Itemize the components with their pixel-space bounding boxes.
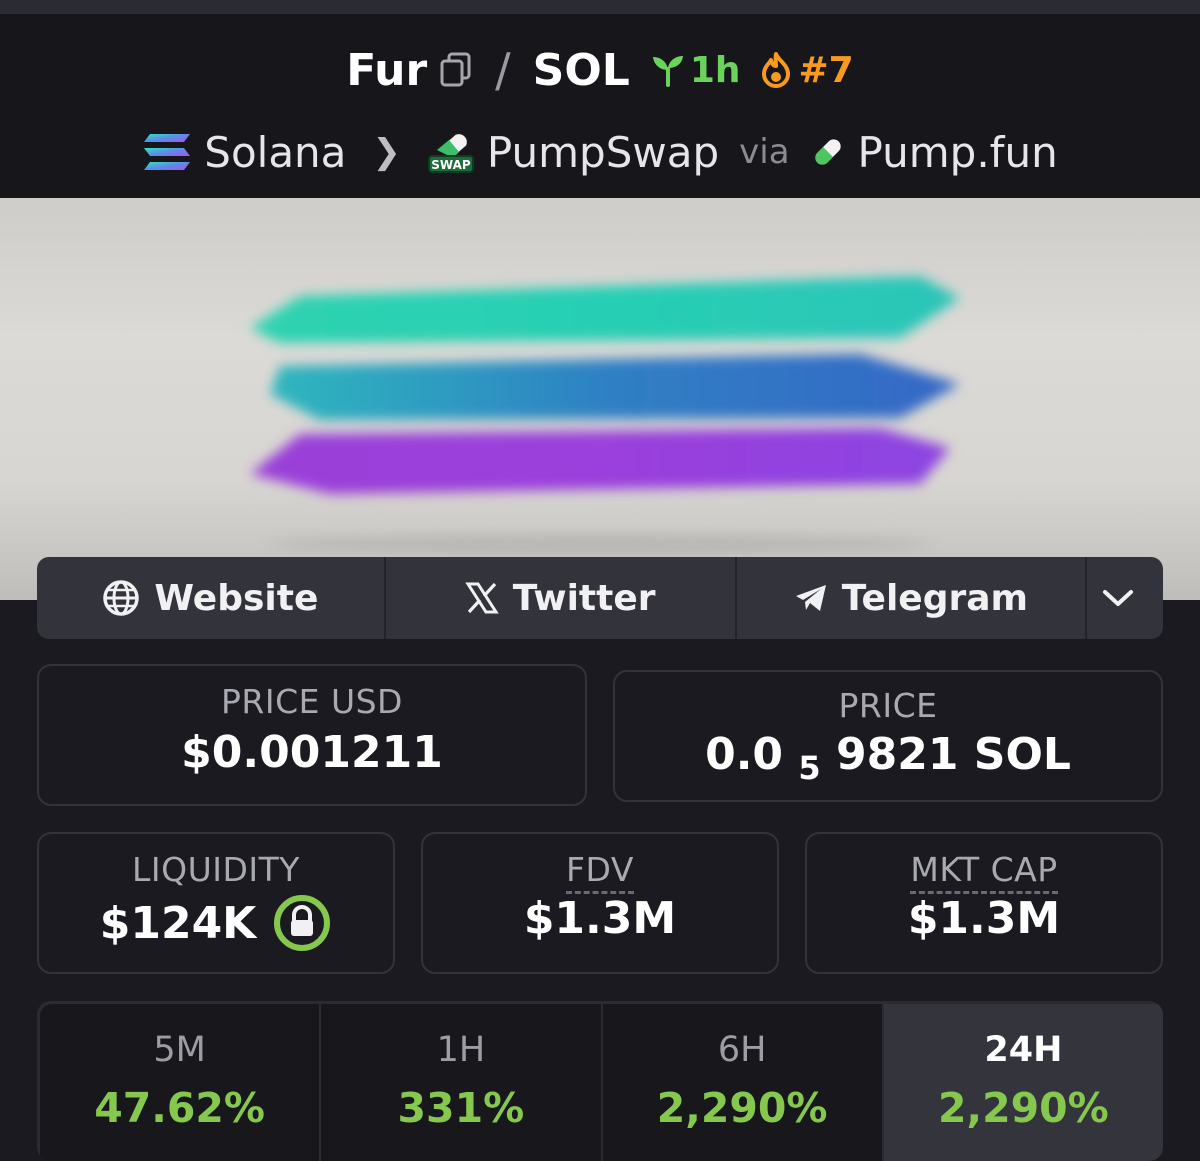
price-change-tabs: 5M 47.62% 1H 331% 6H 2,290% 24H 2,290% — [37, 1001, 1163, 1161]
website-label: Website — [154, 577, 319, 619]
tab-24h-value: 2,290% — [937, 1084, 1109, 1132]
price-native-suffix: 9821 SOL — [835, 729, 1071, 780]
pair-header: Fur / SOL 1h #7 Solana ❯ SWAP PumpSwap v… — [0, 14, 1200, 198]
pair-separator: / — [495, 43, 511, 97]
telegram-button[interactable]: Telegram — [737, 557, 1088, 639]
tab-1h-value: 331% — [397, 1084, 525, 1132]
twitter-label: Twitter — [512, 577, 656, 619]
token-banner-image — [0, 198, 1200, 600]
quote-token-symbol: SOL — [532, 44, 630, 96]
tab-6h-label: 6H — [717, 1030, 767, 1070]
tab-6h-value: 2,290% — [656, 1084, 828, 1132]
price-native-prefix: 0.0 — [705, 729, 784, 780]
tab-1h-label: 1H — [436, 1030, 486, 1070]
x-logo-icon — [464, 582, 499, 614]
market-cap-card: MKT CAP $1.3M — [805, 832, 1163, 974]
price-native-zero-count: 5 — [798, 749, 821, 787]
route-breadcrumb: Solana ❯ SWAP PumpSwap via Pump.fun — [0, 122, 1200, 182]
via-label: via — [739, 132, 790, 172]
globe-icon — [103, 580, 140, 616]
sprout-icon — [652, 56, 683, 87]
fdv-card: FDV $1.3M — [421, 832, 779, 974]
solana-logo-icon — [142, 132, 192, 172]
market-cap-label[interactable]: MKT CAP — [910, 850, 1058, 894]
launchpad-link[interactable]: Pump.fun — [858, 128, 1058, 177]
pumpswap-logo-icon: SWAP — [427, 128, 475, 176]
chain-link[interactable]: Solana — [204, 128, 346, 177]
fdv-label[interactable]: FDV — [566, 850, 634, 894]
tab-6h[interactable]: 6H 2,290% — [602, 1004, 882, 1161]
tab-24h[interactable]: 24H 2,290% — [883, 1004, 1163, 1161]
tab-5m[interactable]: 5M 47.62% — [40, 1004, 320, 1161]
tab-5m-label: 5M — [153, 1030, 206, 1070]
copy-icon[interactable] — [439, 52, 473, 88]
tab-1h[interactable]: 1H 331% — [321, 1004, 601, 1161]
price-usd-card: PRICE USD $0.001211 — [37, 664, 587, 806]
price-usd-label: PRICE USD — [221, 682, 403, 721]
price-native-value: 0.0 5 9821 SOL — [615, 729, 1161, 787]
twitter-button[interactable]: Twitter — [386, 557, 737, 639]
price-native-label: PRICE — [838, 686, 938, 725]
swap-badge-text: SWAP — [431, 158, 471, 172]
tab-5m-value: 47.62% — [94, 1084, 266, 1132]
price-usd-value: $0.001211 — [181, 727, 443, 778]
chevron-down-icon — [1103, 590, 1134, 606]
lock-icon[interactable] — [272, 893, 332, 953]
dex-link[interactable]: PumpSwap — [487, 128, 719, 177]
market-cap-value: $1.3M — [907, 893, 1061, 944]
fur-bar-top — [250, 276, 960, 343]
fdv-value: $1.3M — [523, 893, 677, 944]
top-strip — [0, 0, 1200, 14]
liquidity-card: LIQUIDITY $124K — [37, 832, 395, 974]
tab-24h-label: 24H — [984, 1030, 1063, 1070]
fur-bar-middle — [270, 354, 960, 420]
flame-icon — [761, 52, 790, 88]
pair-title: Fur / SOL 1h #7 — [0, 42, 1200, 98]
pill-icon — [810, 134, 846, 170]
liquidity-label: LIQUIDITY — [132, 850, 300, 889]
base-token-symbol: Fur — [346, 44, 428, 96]
chevron-right-icon: ❯ — [372, 132, 401, 172]
fur-bar-bottom — [250, 428, 950, 494]
pair-age: 1h — [650, 50, 741, 91]
social-links-bar: Website Twitter Telegram — [37, 557, 1163, 639]
pair-age-value: 1h — [689, 49, 741, 91]
liquidity-value-row: $124K — [39, 893, 393, 953]
telegram-label: Telegram — [841, 577, 1029, 619]
website-button[interactable]: Website — [37, 557, 386, 639]
more-links-button[interactable] — [1087, 557, 1163, 639]
price-native-card: PRICE 0.0 5 9821 SOL — [613, 670, 1163, 802]
trending-rank-value: #7 — [798, 49, 854, 91]
telegram-icon — [795, 585, 826, 611]
trending-rank[interactable]: #7 — [761, 50, 854, 91]
liquidity-value: $124K — [99, 897, 257, 949]
